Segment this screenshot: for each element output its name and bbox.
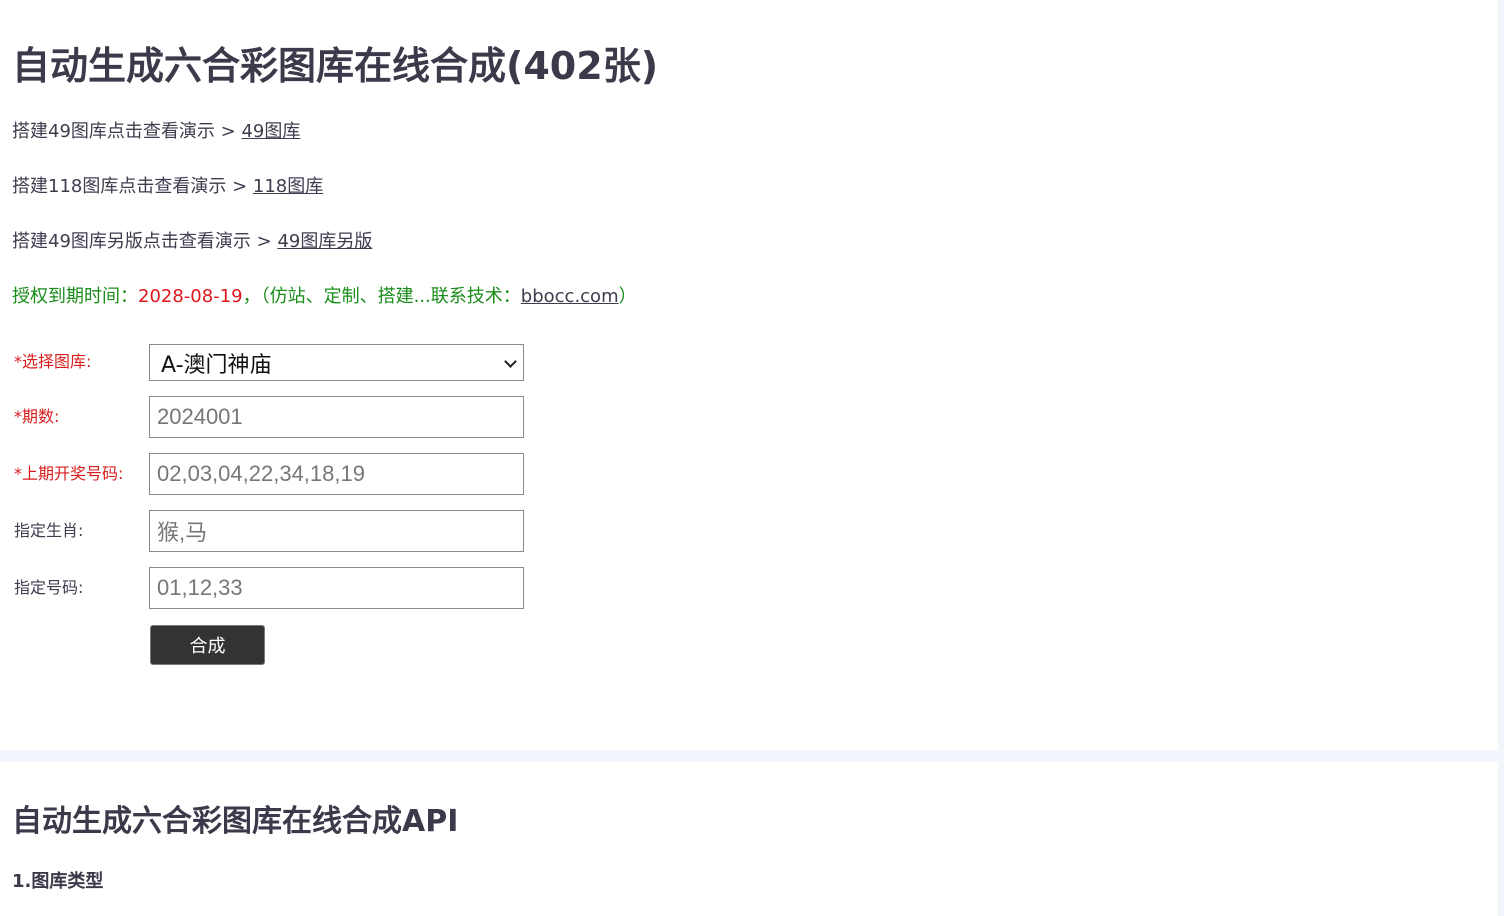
demo-line-118: 搭建118图库点击查看演示 > 118图库 — [12, 174, 323, 200]
demo-text: 搭建118图库点击查看演示 > — [12, 176, 253, 197]
demo-text: 搭建49图库另版点击查看演示 > — [12, 231, 278, 252]
zodiac-input[interactable]: 猴,马 — [149, 510, 524, 552]
demo-text: 搭建49图库点击查看演示 > — [12, 121, 242, 142]
license-note-end: ） — [618, 286, 637, 307]
zodiac-placeholder: 猴,马 — [157, 520, 208, 545]
license-info: 授权到期时间：2028-08-19，（仿站、定制、搭建...联系技术：bbocc… — [12, 284, 637, 310]
demo-line-49: 搭建49图库点击查看演示 > 49图库 — [12, 119, 300, 145]
gallery-select[interactable]: A-澳门神庙 — [149, 344, 524, 381]
demo-link-49[interactable]: 49图库 — [241, 121, 300, 142]
last-numbers-label: *上期开奖号码: — [14, 464, 124, 483]
gallery-select-label: *选择图库: — [14, 352, 92, 371]
issue-placeholder: 2024001 — [157, 404, 243, 429]
chevron-down-icon — [504, 355, 517, 368]
license-date: 2028-08-19 — [138, 286, 243, 307]
demo-link-118[interactable]: 118图库 — [253, 176, 323, 197]
contact-link[interactable]: bbocc.com — [521, 286, 619, 307]
scrollbar-track[interactable] — [1498, 0, 1504, 916]
demo-line-49-alt: 搭建49图库另版点击查看演示 > 49图库另版 — [12, 229, 372, 255]
page-title: 自动生成六合彩图库在线合成(402张) — [12, 44, 659, 88]
numbers-placeholder: 01,12,33 — [157, 575, 243, 600]
gallery-selected-value: A-澳门神庙 — [161, 352, 272, 378]
issue-label: *期数: — [14, 407, 60, 426]
zodiac-label: 指定生肖: — [14, 521, 84, 540]
compose-button[interactable]: 合成 — [150, 625, 265, 665]
api-section-gallery-type: 1.图库类型 — [12, 871, 104, 892]
numbers-input[interactable]: 01,12,33 — [149, 567, 524, 609]
license-note: ，（仿站、定制、搭建...联系技术： — [242, 286, 521, 307]
last-numbers-input[interactable]: 02,03,04,22,34,18,19 — [149, 453, 524, 495]
issue-input[interactable]: 2024001 — [149, 396, 524, 438]
last-numbers-placeholder: 02,03,04,22,34,18,19 — [157, 461, 365, 486]
numbers-label: 指定号码: — [14, 578, 84, 597]
license-label: 授权到期时间： — [12, 286, 138, 307]
demo-link-49-alt[interactable]: 49图库另版 — [277, 231, 372, 252]
api-title: 自动生成六合彩图库在线合成API — [12, 804, 459, 839]
